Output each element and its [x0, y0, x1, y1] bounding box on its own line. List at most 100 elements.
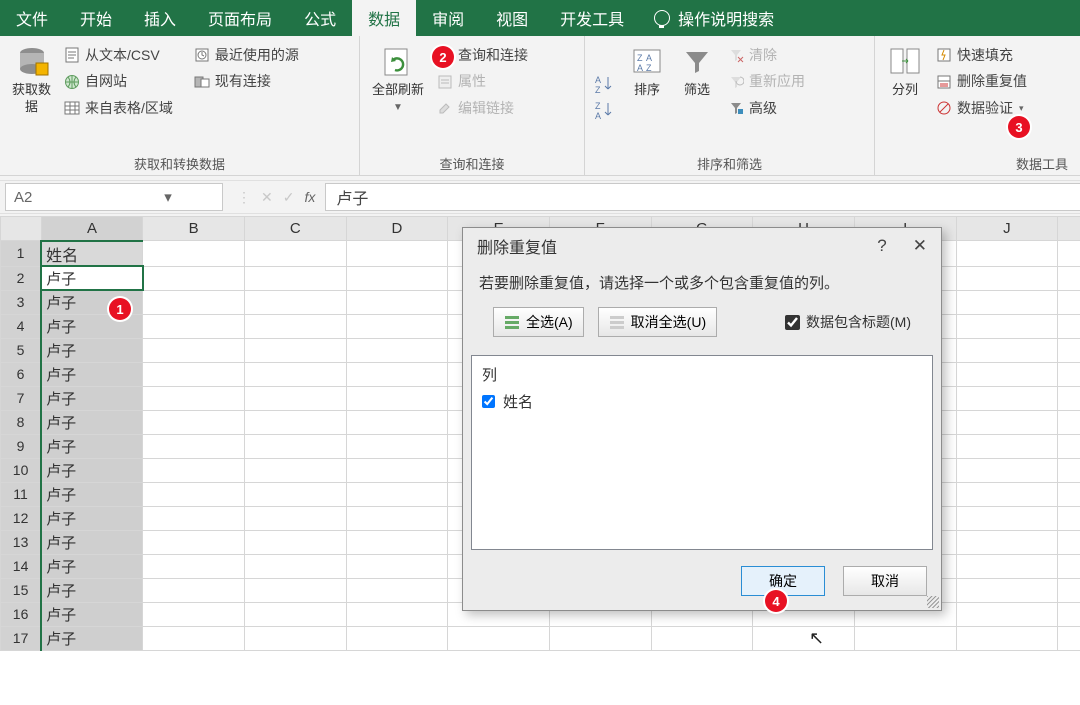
cell[interactable]: 卢子	[41, 266, 143, 290]
cell[interactable]	[1058, 266, 1080, 290]
cell[interactable]	[1058, 386, 1080, 410]
cell[interactable]	[143, 266, 245, 290]
get-data-button[interactable]: 获取数 据	[8, 42, 55, 152]
cell[interactable]	[956, 458, 1058, 482]
cell[interactable]	[143, 554, 245, 578]
cell[interactable]	[143, 458, 245, 482]
row-header[interactable]: 10	[1, 458, 42, 482]
cell[interactable]	[244, 602, 346, 626]
cell[interactable]	[1058, 458, 1080, 482]
cell[interactable]	[346, 241, 448, 267]
cell[interactable]	[346, 314, 448, 338]
row-header[interactable]: 8	[1, 410, 42, 434]
name-box[interactable]: A2 ▾	[5, 183, 223, 211]
row-header[interactable]: 5	[1, 338, 42, 362]
cell[interactable]	[346, 410, 448, 434]
edit-links-button[interactable]: 编辑链接	[434, 95, 530, 121]
sort-asc-icon[interactable]: AZ	[593, 73, 615, 95]
row-header[interactable]: 7	[1, 386, 42, 410]
cell[interactable]	[143, 506, 245, 530]
flash-fill-button[interactable]: 快速填充	[933, 42, 1029, 68]
formula-input[interactable]: 卢子	[325, 183, 1080, 211]
cell[interactable]	[1058, 554, 1080, 578]
cell[interactable]: 卢子	[41, 314, 143, 338]
row-header[interactable]: 16	[1, 602, 42, 626]
cell[interactable]	[1058, 482, 1080, 506]
remove-duplicates-button[interactable]: 删除重复值	[933, 68, 1029, 94]
filter-button[interactable]: 筛选	[675, 42, 719, 152]
data-has-headers-checkbox[interactable]: 数据包含标题(M)	[785, 312, 911, 332]
from-text-csv-button[interactable]: 从文本/CSV	[61, 42, 175, 68]
select-all-corner[interactable]	[1, 217, 42, 241]
row-header[interactable]: 4	[1, 314, 42, 338]
existing-connections-button[interactable]: 现有连接	[191, 68, 301, 94]
cell[interactable]: 姓名	[41, 241, 143, 267]
cell[interactable]	[956, 338, 1058, 362]
cell[interactable]	[143, 386, 245, 410]
cell[interactable]	[346, 506, 448, 530]
cell[interactable]	[143, 530, 245, 554]
col-header-C[interactable]: C	[244, 217, 346, 241]
cell[interactable]	[346, 578, 448, 602]
col-header-K[interactable]: K	[1058, 217, 1080, 241]
col-header-B[interactable]: B	[143, 217, 245, 241]
cell[interactable]	[956, 602, 1058, 626]
cell[interactable]	[854, 626, 956, 650]
cell[interactable]	[143, 410, 245, 434]
cell[interactable]	[143, 482, 245, 506]
cell[interactable]	[244, 506, 346, 530]
cell[interactable]	[956, 530, 1058, 554]
cell[interactable]: 卢子	[41, 530, 143, 554]
cell[interactable]	[244, 338, 346, 362]
cell[interactable]	[956, 482, 1058, 506]
cell[interactable]	[143, 626, 245, 650]
cell[interactable]	[143, 578, 245, 602]
cell[interactable]	[956, 290, 1058, 314]
cell[interactable]	[244, 458, 346, 482]
enter-formula-icon[interactable]: ✓	[283, 189, 295, 206]
select-all-button[interactable]: 全选(A)	[493, 307, 584, 337]
cell[interactable]: 卢子	[41, 338, 143, 362]
cell[interactable]	[143, 434, 245, 458]
cell[interactable]	[346, 530, 448, 554]
cell[interactable]	[956, 410, 1058, 434]
clear-filter-button[interactable]: 清除	[725, 42, 807, 68]
table-row[interactable]: 17卢子	[1, 626, 1080, 650]
cell[interactable]	[346, 386, 448, 410]
column-item-checkbox[interactable]	[482, 395, 495, 408]
cell[interactable]	[244, 434, 346, 458]
row-header[interactable]: 2	[1, 266, 42, 290]
cell[interactable]	[346, 290, 448, 314]
cell[interactable]	[956, 314, 1058, 338]
resize-grip-icon[interactable]	[927, 596, 939, 608]
cell[interactable]	[1058, 410, 1080, 434]
cell[interactable]: 卢子	[41, 386, 143, 410]
advanced-filter-button[interactable]: 高级	[725, 95, 807, 121]
cell[interactable]	[1058, 314, 1080, 338]
cell[interactable]	[346, 434, 448, 458]
has-headers-input[interactable]	[785, 315, 800, 330]
cell[interactable]	[244, 626, 346, 650]
cell[interactable]	[244, 362, 346, 386]
dialog-help-icon[interactable]: ?	[877, 236, 886, 256]
cell[interactable]: 卢子	[41, 434, 143, 458]
cell[interactable]: 卢子	[41, 602, 143, 626]
sort-button[interactable]: ZAAZ 排序	[625, 42, 669, 152]
cell[interactable]	[1058, 241, 1080, 267]
cell[interactable]	[346, 626, 448, 650]
cell[interactable]	[956, 506, 1058, 530]
row-header[interactable]: 15	[1, 578, 42, 602]
text-to-columns-button[interactable]: 分列	[883, 42, 927, 152]
row-header[interactable]: 3	[1, 290, 42, 314]
cell[interactable]: 卢子	[41, 554, 143, 578]
cell[interactable]	[1058, 578, 1080, 602]
dialog-close-icon[interactable]: ✕	[913, 236, 927, 256]
cell[interactable]	[346, 458, 448, 482]
cell[interactable]	[244, 241, 346, 267]
cell[interactable]	[143, 338, 245, 362]
cell[interactable]: 卢子	[41, 506, 143, 530]
cell[interactable]	[346, 362, 448, 386]
cell[interactable]	[143, 362, 245, 386]
cell[interactable]	[244, 290, 346, 314]
cell[interactable]: 卢子	[41, 458, 143, 482]
